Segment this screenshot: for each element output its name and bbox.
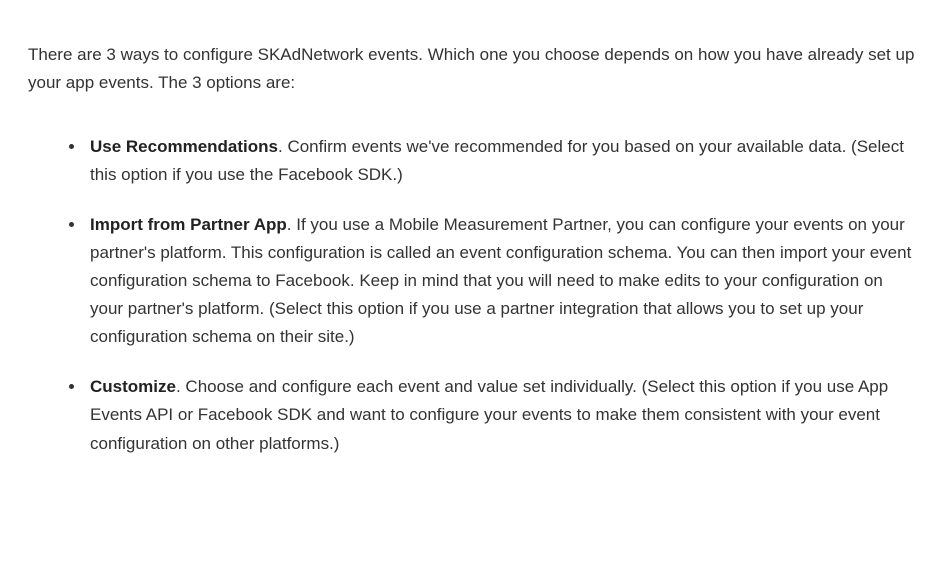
list-item: Import from Partner App. If you use a Mo… (86, 211, 920, 351)
intro-paragraph: There are 3 ways to configure SKAdNetwor… (28, 41, 920, 97)
option-desc: . If you use a Mobile Measurement Partne… (90, 215, 911, 346)
option-desc: . Choose and configure each event and va… (90, 377, 888, 452)
list-item: Customize. Choose and configure each eve… (86, 373, 920, 457)
option-title: Customize (90, 377, 176, 396)
options-list: Use Recommendations. Confirm events we'v… (28, 133, 920, 457)
list-item: Use Recommendations. Confirm events we'v… (86, 133, 920, 189)
option-title: Import from Partner App (90, 215, 287, 234)
option-title: Use Recommendations (90, 137, 278, 156)
